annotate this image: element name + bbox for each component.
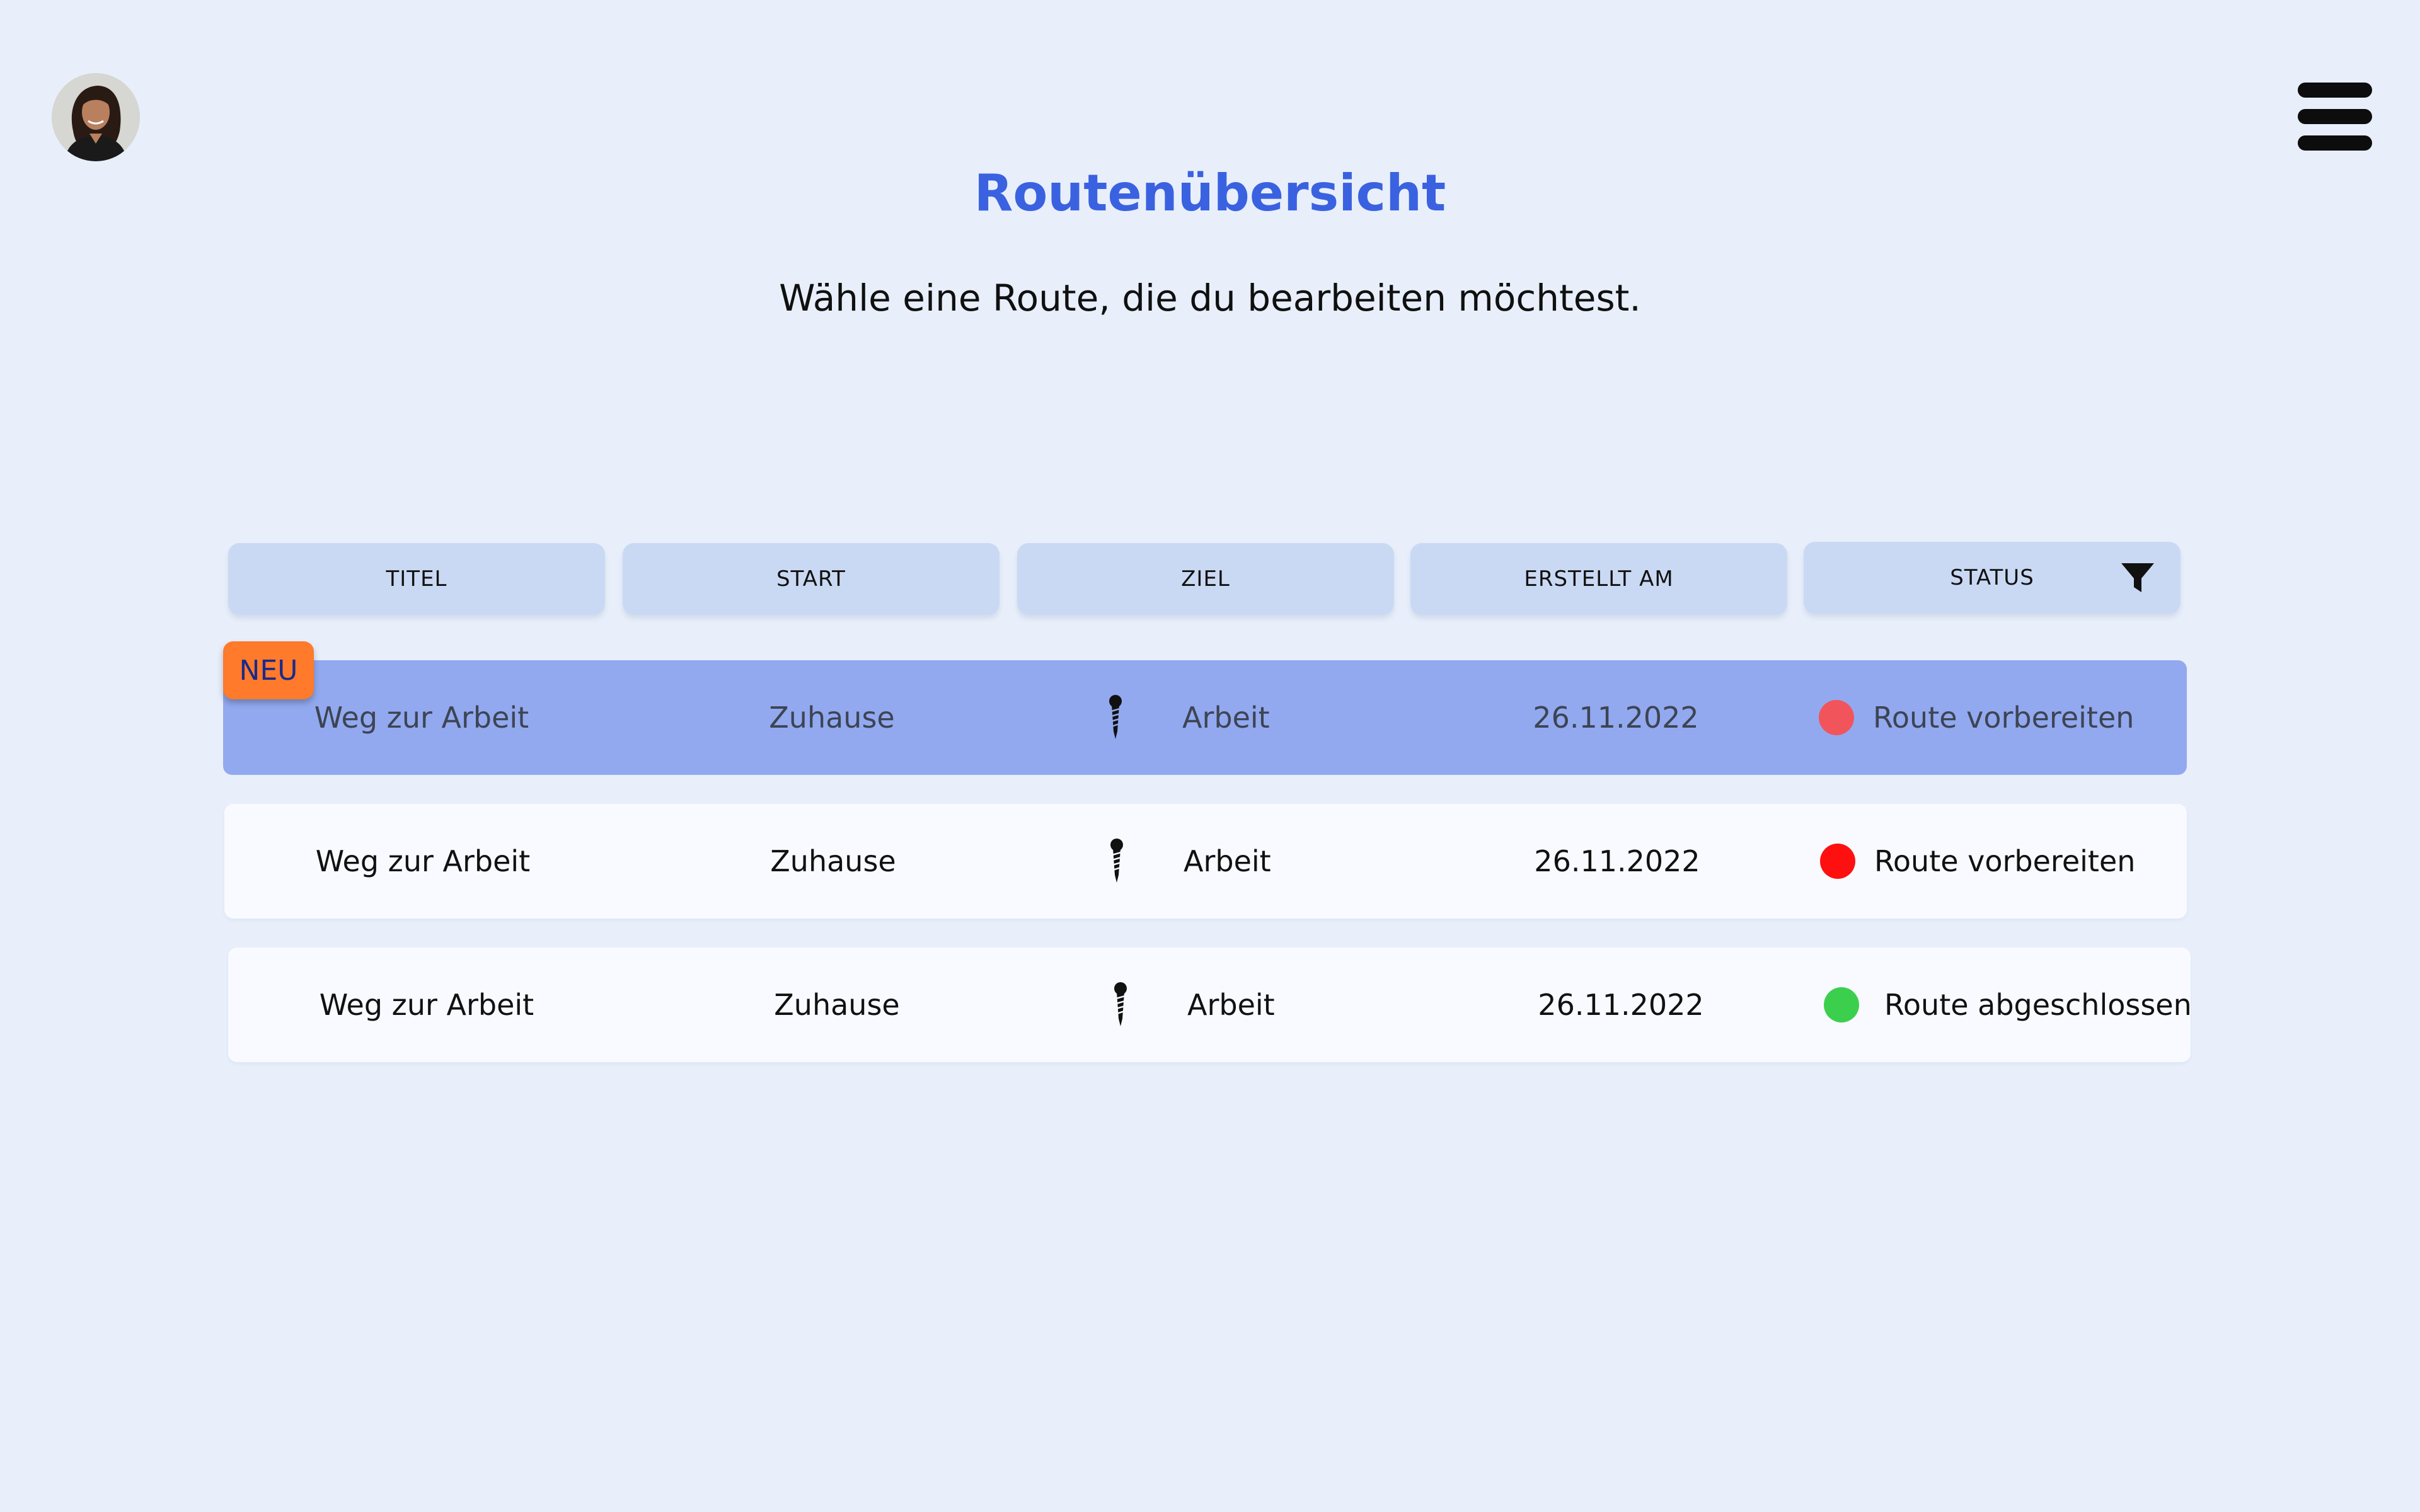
pin-cell [1097,660,1134,775]
page-subtitle: Wähle eine Route, die du bearbeiten möch… [779,277,1641,319]
status-label: Route vorbereiten [1873,701,2135,735]
menu-bar [2298,109,2372,124]
route-start: Zuhause [770,844,896,878]
hamburger-menu-icon[interactable] [2298,81,2372,152]
column-header-titel[interactable]: TITEL [228,543,605,615]
pin-icon [1114,982,1127,1026]
route-start: Zuhause [774,988,900,1022]
route-destination: Arbeit [1184,844,1271,878]
column-header-status[interactable]: STATUS [1804,542,2181,614]
route-title: Weg zur Arbeit [314,701,529,735]
route-status: Route abgeschlossen [1824,948,2192,1062]
status-dot [1820,844,1855,879]
column-header-label: TITEL [386,566,447,592]
status-label: Route vorbereiten [1874,844,2136,878]
status-dot [1819,700,1854,735]
route-destination: Arbeit [1182,701,1270,735]
column-header-ziel[interactable]: ZIEL [1017,543,1394,615]
column-header-label: ZIEL [1181,566,1230,592]
new-badge: NEU [223,641,314,699]
column-header-start[interactable]: START [623,543,1000,615]
column-header-label: START [776,566,846,592]
status-dot [1824,987,1859,1022]
route-destination: Arbeit [1187,988,1275,1022]
column-header-label: ERSTELLT AM [1524,566,1674,592]
menu-bar [2298,83,2372,98]
page-title: Routenübersicht [974,164,1446,222]
avatar-photo-icon [52,73,140,161]
table-row[interactable]: Weg zur Arbeit Zuhause Arbeit 26.11.2022… [223,660,2187,775]
route-status: Route vorbereiten [1820,804,2186,919]
pin-icon [1109,695,1122,739]
status-label: Route abgeschlossen [1884,988,2192,1022]
route-status: Route vorbereiten [1819,660,2184,775]
route-created-date: 26.11.2022 [1534,844,1700,878]
pin-cell [1102,948,1139,1062]
route-created-date: 26.11.2022 [1533,701,1699,735]
route-start: Zuhause [769,701,895,735]
column-header-label: STATUS [1950,565,2034,590]
route-created-date: 26.11.2022 [1538,988,1704,1022]
table-row[interactable]: Weg zur Arbeit Zuhause Arbeit 26.11.2022… [228,948,2192,1062]
filter-icon[interactable] [2120,561,2155,596]
pin-cell [1098,804,1136,919]
table-row[interactable]: Weg zur Arbeit Zuhause Arbeit 26.11.2022… [224,804,2187,919]
column-header-erstellt-am[interactable]: ERSTELLT AM [1410,543,1787,615]
user-avatar[interactable] [52,73,140,161]
route-title: Weg zur Arbeit [315,844,531,878]
menu-bar [2298,135,2372,151]
route-title: Weg zur Arbeit [319,988,534,1022]
pin-icon [1110,839,1123,883]
